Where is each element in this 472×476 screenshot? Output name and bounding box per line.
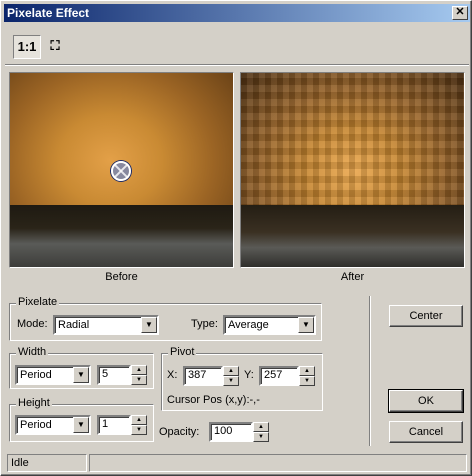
pivot-x-label: X: [167, 369, 178, 381]
mode-dropdown[interactable]: Radial ▼ [53, 315, 159, 335]
opacity-spinner[interactable]: ▲ ▼ [253, 422, 269, 442]
pivot-group-label: Pivot [168, 346, 197, 358]
chevron-down-icon[interactable]: ▼ [73, 367, 89, 383]
width-spinner[interactable]: ▲ ▼ [131, 365, 147, 385]
after-image [241, 73, 464, 267]
pivot-y-input[interactable]: 257 [259, 366, 299, 386]
pixelate-effect-dialog: Pixelate Effect ✕ 1:1 ⛶ Before After Pix… [0, 0, 472, 476]
vertical-separator [369, 296, 371, 446]
pivot-x-input[interactable]: 387 [183, 366, 223, 386]
after-preview [240, 72, 465, 268]
height-amount-input[interactable]: 1 [97, 415, 131, 435]
spin-up-icon[interactable]: ▲ [299, 366, 315, 376]
type-dropdown[interactable]: Average ▼ [223, 315, 316, 335]
toolbar-separator [5, 64, 469, 66]
opacity-label: Opacity: [159, 426, 200, 438]
height-group-label: Height [16, 397, 52, 409]
pivot-marker-icon[interactable] [111, 161, 131, 181]
spin-up-icon[interactable]: ▲ [223, 366, 239, 376]
type-value: Average [228, 319, 269, 331]
spin-up-icon[interactable]: ▲ [131, 365, 147, 375]
height-unit-dropdown[interactable]: Period ▼ [15, 415, 91, 435]
height-unit-value: Period [20, 419, 52, 431]
cursor-position-text: Cursor Pos (x,y):-,- [167, 394, 260, 406]
before-preview[interactable] [9, 72, 234, 268]
cancel-button[interactable]: Cancel [389, 421, 463, 443]
window-title: Pixelate Effect [7, 6, 90, 20]
status-text: Idle [7, 454, 87, 472]
spin-down-icon[interactable]: ▼ [223, 376, 239, 386]
width-group-label: Width [16, 346, 49, 358]
spin-up-icon[interactable]: ▲ [131, 415, 147, 425]
width-unit-dropdown[interactable]: Period ▼ [15, 365, 91, 385]
height-spinner[interactable]: ▲ ▼ [131, 415, 147, 435]
close-button[interactable]: ✕ [452, 6, 468, 20]
chevron-down-icon[interactable]: ▼ [73, 417, 89, 433]
mode-value: Radial [58, 319, 90, 331]
width-unit-value: Period [20, 369, 52, 381]
opacity-input[interactable]: 100 [209, 422, 253, 442]
center-button[interactable]: Center [389, 305, 463, 327]
title-bar[interactable]: Pixelate Effect ✕ [4, 4, 470, 22]
spin-down-icon[interactable]: ▼ [131, 425, 147, 435]
fit-to-window-icon[interactable]: ⛶ [45, 35, 65, 59]
spin-down-icon[interactable]: ▼ [131, 375, 147, 385]
pixelate-group-label: Pixelate [16, 296, 60, 308]
before-caption: Before [105, 271, 138, 283]
spin-down-icon[interactable]: ▼ [299, 376, 315, 386]
type-label: Type: [191, 318, 218, 330]
ok-button[interactable]: OK [388, 389, 464, 413]
spin-up-icon[interactable]: ▲ [253, 422, 269, 432]
actual-size-button[interactable]: 1:1 [13, 35, 41, 59]
width-amount-input[interactable]: 5 [97, 365, 131, 385]
status-secondary-pane [89, 454, 467, 472]
after-caption: After [340, 271, 365, 283]
chevron-down-icon[interactable]: ▼ [298, 317, 314, 333]
pivot-y-spinner[interactable]: ▲ ▼ [299, 366, 315, 386]
mode-label: Mode: [17, 318, 48, 330]
pivot-y-label: Y: [244, 369, 254, 381]
pivot-x-spinner[interactable]: ▲ ▼ [223, 366, 239, 386]
spin-down-icon[interactable]: ▼ [253, 432, 269, 442]
chevron-down-icon[interactable]: ▼ [141, 317, 157, 333]
